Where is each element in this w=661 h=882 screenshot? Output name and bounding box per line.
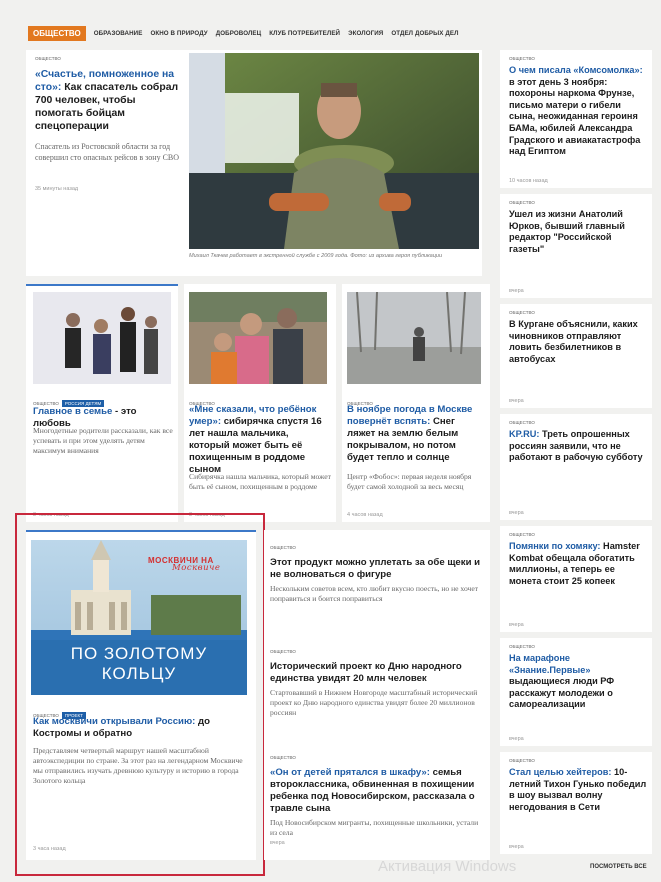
story-tag[interactable]: ОБЩЕСТВО bbox=[509, 56, 535, 61]
right-card-title[interactable]: Стал целью хейтеров: 10-летний Тихон Гун… bbox=[509, 767, 647, 813]
snow-photo-illustration bbox=[347, 292, 481, 384]
mid-card-lead: Многодетные родители рассказали, как все… bbox=[33, 426, 173, 455]
rubric-badge[interactable]: ОБЩЕСТВО bbox=[28, 25, 86, 41]
nav-link-consumers[interactable]: КЛУБ ПОТРЕБИТЕЛЕЙ bbox=[269, 30, 340, 37]
nav-link-volunteer[interactable]: ДОБРОВОЛЕЦ bbox=[216, 30, 262, 37]
right-news-card[interactable]: ОБЩЕСТВО Помянки по хомяку: Hamster Komb… bbox=[500, 526, 652, 632]
nav-link-nature[interactable]: ОКНО В ПРИРОДУ bbox=[150, 30, 207, 37]
mid-card-maternity[interactable]: ОБЩЕСТВО «Мне сказали, что ребёнок умер»… bbox=[184, 284, 336, 522]
story-time: вчера bbox=[509, 736, 524, 742]
right-news-card[interactable]: ОБЩЕСТВО На марафоне «Знание.Первые» выд… bbox=[500, 638, 652, 746]
right-news-card[interactable]: ОБЩЕСТВО Стал целью хейтеров: 10-летний … bbox=[500, 752, 652, 854]
story-tag[interactable]: ОБЩЕСТВО bbox=[509, 200, 535, 205]
right-news-card[interactable]: ОБЩЕСТВО О чем писала «Комсомолка»: в эт… bbox=[500, 50, 652, 188]
story-time: 10 часов назад bbox=[509, 178, 548, 184]
list-item-lead: Под Новосибирском мигранты, похищенные ш… bbox=[270, 818, 479, 837]
mid-card-lead: Сибирячка нашла мальчика, который может … bbox=[189, 472, 331, 491]
story-tag[interactable]: ОБЩЕСТВО bbox=[509, 420, 535, 425]
list-item-title[interactable]: Этот продукт можно уплетать за обе щеки … bbox=[270, 557, 484, 581]
mid-card-title[interactable]: В ноябре погода в Москве повернёт вспять… bbox=[347, 404, 485, 464]
list-item[interactable]: ОБЩЕСТВО Исторический проект ко Дню наро… bbox=[270, 640, 484, 718]
story-time: вчера bbox=[509, 288, 524, 294]
right-card-title[interactable]: На марафоне «Знание.Первые» выдающиеся л… bbox=[509, 653, 647, 711]
family-photo-illustration bbox=[33, 292, 171, 384]
nav-link-education[interactable]: ОБРАЗОВАНИЕ bbox=[94, 30, 143, 37]
show-all-link[interactable]: ПОСМОТРЕТЬ ВСЕ bbox=[590, 864, 647, 870]
mid-card-family[interactable]: ОБЩЕСТВО РОССИЯ ДЕТЯМ Главное в семье - э… bbox=[26, 284, 178, 522]
story-tag[interactable]: ОБЩЕСТВО bbox=[509, 532, 535, 537]
highlight-frame bbox=[15, 513, 265, 876]
right-card-title[interactable]: Помянки по хомяку: Hamster Kombat обещал… bbox=[509, 541, 647, 587]
section-nav: ОБЩЕСТВО ОБРАЗОВАНИЕ ОКНО В ПРИРОДУ ДОБР… bbox=[28, 24, 628, 42]
story-tag[interactable]: ОБЩЕСТВО bbox=[270, 649, 296, 654]
right-news-card[interactable]: ОБЩЕСТВО В Кургане объяснили, каких чино… bbox=[500, 304, 652, 408]
photo-caption: Михаил Ткачев работает в экстренной служ… bbox=[189, 253, 443, 259]
list-item[interactable]: ОБЩЕСТВО Этот продукт можно уплетать за … bbox=[270, 536, 484, 604]
right-news-card[interactable]: ОБЩЕСТВО Ушел из жизни Анатолий Юрков, б… bbox=[500, 194, 652, 298]
mother-photo-illustration bbox=[189, 292, 327, 384]
main-story-card[interactable]: ОБЩЕСТВО «Счастье, помноженное на сто»: … bbox=[26, 50, 482, 276]
story-tag[interactable]: ОБЩЕСТВО bbox=[270, 545, 296, 550]
nav-link-ecology[interactable]: ЭКОЛОГИЯ bbox=[348, 30, 383, 37]
mother-photo[interactable] bbox=[189, 292, 327, 384]
list-item[interactable]: ОБЩЕСТВО «Он от детей прятался в шкафу»:… bbox=[270, 746, 484, 846]
story-tag[interactable]: ОБЩЕСТВО bbox=[509, 758, 535, 763]
news-page: ОБЩЕСТВО ОБРАЗОВАНИЕ ОКНО В ПРИРОДУ ДОБР… bbox=[0, 0, 661, 882]
mid-card-weather[interactable]: ОБЩЕСТВО В ноябре погода в Москве поверн… bbox=[342, 284, 490, 522]
story-tag[interactable]: ОБЩЕСТВО bbox=[509, 310, 535, 315]
main-story-title[interactable]: «Счастье, помноженное на сто»: Как спаса… bbox=[35, 68, 183, 133]
list-item-lead: Стартовавший в Нижнем Новгороде масштабн… bbox=[270, 688, 478, 717]
story-time: вчера bbox=[509, 844, 524, 850]
windows-activation-watermark: Активация Windows bbox=[378, 858, 517, 875]
list-column: ОБЩЕСТВО Этот продукт можно уплетать за … bbox=[264, 530, 490, 860]
card-accent bbox=[26, 284, 178, 286]
list-item-lead: Нескольким советов всем, кто любит вкусн… bbox=[270, 584, 479, 603]
right-news-card[interactable]: ОБЩЕСТВО KP.RU: Треть опрошенных россиян… bbox=[500, 414, 652, 520]
list-item-title[interactable]: «Он от детей прятался в шкафу»: семья вт… bbox=[270, 767, 484, 815]
story-tag[interactable]: ОБЩЕСТВО bbox=[270, 755, 296, 760]
rescuer-photo-illustration bbox=[189, 53, 479, 249]
right-card-title[interactable]: В Кургане объяснили, каких чиновников от… bbox=[509, 319, 647, 365]
main-story-photo[interactable] bbox=[189, 53, 479, 249]
mid-card-lead: Центр «Фобос»: первая неделя ноября буде… bbox=[347, 472, 472, 491]
list-item-title[interactable]: Исторический проект ко Дню народного еди… bbox=[270, 661, 484, 685]
story-time: 35 минуты назад bbox=[35, 186, 79, 192]
main-story-lead: Спасатель из Ростовской области за год с… bbox=[35, 142, 180, 162]
story-time: вчера bbox=[270, 840, 285, 846]
mid-card-title[interactable]: «Мне сказали, что ребёнок умер»: сибиряч… bbox=[189, 404, 331, 476]
weather-photo[interactable] bbox=[347, 292, 481, 384]
right-card-title[interactable]: KP.RU: Треть опрошенных россиян заявили,… bbox=[509, 429, 647, 464]
story-tag[interactable]: ОБЩЕСТВО bbox=[509, 644, 535, 649]
story-time: вчера bbox=[509, 510, 524, 516]
right-card-title[interactable]: О чем писала «Комсомолка»: в этот день 3… bbox=[509, 65, 647, 158]
story-time: 4 часов назад bbox=[347, 512, 383, 518]
story-time: вчера bbox=[509, 622, 524, 628]
family-photo[interactable] bbox=[33, 292, 171, 384]
story-tag[interactable]: ОБЩЕСТВО bbox=[35, 56, 61, 61]
right-card-title[interactable]: Ушел из жизни Анатолий Юрков, бывший гла… bbox=[509, 209, 647, 255]
nav-link-good-deeds[interactable]: ОТДЕЛ ДОБРЫХ ДЕЛ bbox=[391, 30, 458, 37]
story-time: вчера bbox=[509, 398, 524, 404]
